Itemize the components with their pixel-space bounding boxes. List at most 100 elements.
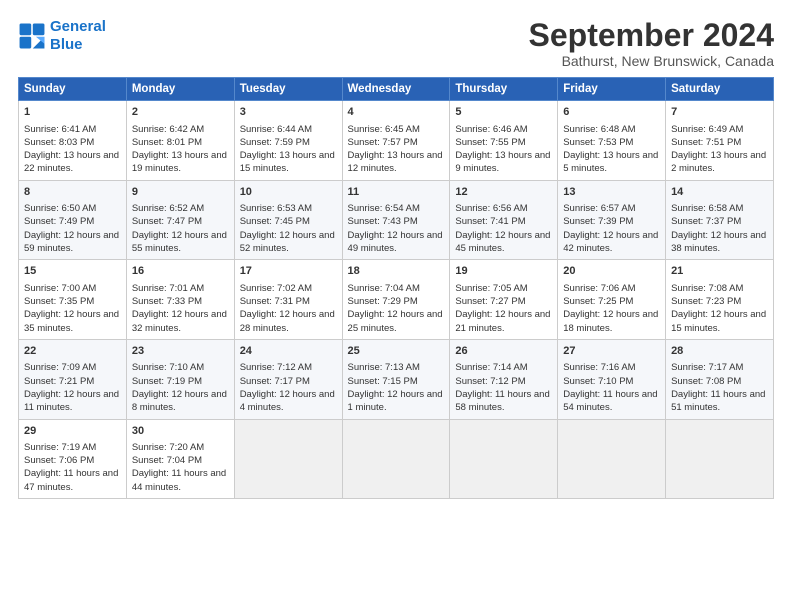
daylight: Daylight: 11 hours and 54 minutes.	[563, 389, 657, 413]
daylight: Daylight: 12 hours and 59 minutes.	[24, 230, 119, 254]
daylight: Daylight: 12 hours and 45 minutes.	[455, 230, 550, 254]
sunrise: Sunrise: 7:19 AM	[24, 442, 96, 453]
title-block: September 2024 Bathurst, New Brunswick, …	[529, 18, 774, 69]
page: General Blue September 2024 Bathurst, Ne…	[0, 0, 792, 612]
col-saturday: Saturday	[666, 78, 774, 101]
col-friday: Friday	[558, 78, 666, 101]
sunrise: Sunrise: 7:12 AM	[240, 362, 312, 373]
daylight: Daylight: 11 hours and 58 minutes.	[455, 389, 549, 413]
calendar-row: 1Sunrise: 6:41 AMSunset: 8:03 PMDaylight…	[19, 101, 774, 181]
sunrise: Sunrise: 6:44 AM	[240, 124, 312, 135]
sunset: Sunset: 7:27 PM	[455, 296, 525, 307]
sunset: Sunset: 7:37 PM	[671, 216, 741, 227]
calendar-body: 1Sunrise: 6:41 AMSunset: 8:03 PMDaylight…	[19, 101, 774, 499]
calendar-row: 15Sunrise: 7:00 AMSunset: 7:35 PMDayligh…	[19, 260, 774, 340]
day-number: 17	[240, 264, 337, 279]
daylight: Daylight: 12 hours and 28 minutes.	[240, 309, 335, 333]
sunset: Sunset: 7:51 PM	[671, 137, 741, 148]
table-row: 4Sunrise: 6:45 AMSunset: 7:57 PMDaylight…	[342, 101, 450, 181]
sunrise: Sunrise: 7:16 AM	[563, 362, 635, 373]
day-number: 25	[348, 344, 445, 359]
day-number: 24	[240, 344, 337, 359]
location: Bathurst, New Brunswick, Canada	[529, 53, 774, 69]
col-monday: Monday	[126, 78, 234, 101]
day-number: 3	[240, 105, 337, 120]
sunrise: Sunrise: 7:00 AM	[24, 283, 96, 294]
sunrise: Sunrise: 6:49 AM	[671, 124, 743, 135]
logo-text: General Blue	[50, 18, 106, 54]
table-row: 21 Sunrise: 7:08 AM Sunset: 7:23 PM Dayligh…	[666, 260, 774, 340]
day-number: 8	[24, 185, 121, 200]
daylight: Daylight: 12 hours and 55 minutes.	[132, 230, 227, 254]
daylight: Daylight: 11 hours and 44 minutes.	[132, 468, 226, 492]
sunset: Sunset: 7:23 PM	[671, 296, 741, 307]
sunset: Sunset: 7:47 PM	[132, 216, 202, 227]
sunrise: Sunrise: 7:10 AM	[132, 362, 204, 373]
table-row: 5Sunrise: 6:46 AMSunset: 7:55 PMDaylight…	[450, 101, 558, 181]
day-number: 16	[132, 264, 229, 279]
daylight: Daylight: 12 hours and 38 minutes.	[671, 230, 766, 254]
calendar-row: 29Sunrise: 7:19 AMSunset: 7:06 PMDayligh…	[19, 419, 774, 499]
sunset: Sunset: 7:53 PM	[563, 137, 633, 148]
table-row: 12Sunrise: 6:56 AMSunset: 7:41 PMDayligh…	[450, 180, 558, 260]
daylight: Daylight: 13 hours and 15 minutes.	[240, 150, 335, 174]
day-number: 13	[563, 185, 660, 200]
day-number: 29	[24, 424, 121, 439]
daylight: Daylight: 11 hours and 47 minutes.	[24, 468, 118, 492]
daylight: Daylight: 12 hours and 32 minutes.	[132, 309, 227, 333]
sunset: Sunset: 7:43 PM	[348, 216, 418, 227]
sunset: Sunset: 8:01 PM	[132, 137, 202, 148]
day-number: 21	[671, 264, 768, 279]
sunset: Sunset: 7:04 PM	[132, 455, 202, 466]
table-row: 22Sunrise: 7:09 AMSunset: 7:21 PMDayligh…	[19, 339, 127, 419]
table-row: 10Sunrise: 6:53 AMSunset: 7:45 PMDayligh…	[234, 180, 342, 260]
sunrise: Sunrise: 7:17 AM	[671, 362, 743, 373]
table-row	[234, 419, 342, 499]
month-year: September 2024	[529, 18, 774, 53]
sunset: Sunset: 7:19 PM	[132, 376, 202, 387]
table-row: 26Sunrise: 7:14 AMSunset: 7:12 PMDayligh…	[450, 339, 558, 419]
sunset: Sunset: 7:57 PM	[348, 137, 418, 148]
sunrise: Sunrise: 6:42 AM	[132, 124, 204, 135]
day-number: 26	[455, 344, 552, 359]
header: General Blue September 2024 Bathurst, Ne…	[18, 18, 774, 69]
daylight: Daylight: 12 hours and 15 minutes.	[671, 309, 766, 333]
day-number: 2	[132, 105, 229, 120]
sunset: Sunset: 7:45 PM	[240, 216, 310, 227]
table-row: 7Sunrise: 6:49 AMSunset: 7:51 PMDaylight…	[666, 101, 774, 181]
sunrise: Sunrise: 7:05 AM	[455, 283, 527, 294]
sunrise: Sunrise: 7:01 AM	[132, 283, 204, 294]
sunrise: Sunrise: 7:20 AM	[132, 442, 204, 453]
daylight: Daylight: 13 hours and 2 minutes.	[671, 150, 766, 174]
calendar-row: 8Sunrise: 6:50 AMSunset: 7:49 PMDaylight…	[19, 180, 774, 260]
daylight: Daylight: 12 hours and 21 minutes.	[455, 309, 550, 333]
table-row: 14 Sunrise: 6:58 AM Sunset: 7:37 PM Dayligh…	[666, 180, 774, 260]
day-number: 1	[24, 105, 121, 120]
day-number: 14	[671, 185, 768, 200]
sunrise: Sunrise: 7:13 AM	[348, 362, 420, 373]
table-row	[342, 419, 450, 499]
day-number: 10	[240, 185, 337, 200]
sunrise: Sunrise: 6:58 AM	[671, 203, 743, 214]
daylight: Daylight: 12 hours and 52 minutes.	[240, 230, 335, 254]
table-row: 18Sunrise: 7:04 AMSunset: 7:29 PMDayligh…	[342, 260, 450, 340]
table-row: 13Sunrise: 6:57 AMSunset: 7:39 PMDayligh…	[558, 180, 666, 260]
day-number: 6	[563, 105, 660, 120]
table-row: 25 Sunrise: 7:13 AM Sunset: 7:15 PM Dayligh…	[342, 339, 450, 419]
sunrise: Sunrise: 7:08 AM	[671, 283, 743, 294]
sunrise: Sunrise: 6:50 AM	[24, 203, 96, 214]
daylight: Daylight: 12 hours and 35 minutes.	[24, 309, 119, 333]
daylight: Daylight: 11 hours and 51 minutes.	[671, 389, 765, 413]
daylight: Daylight: 12 hours and 8 minutes.	[132, 389, 227, 413]
col-thursday: Thursday	[450, 78, 558, 101]
table-row	[666, 419, 774, 499]
table-row: 20Sunrise: 7:06 AMSunset: 7:25 PMDayligh…	[558, 260, 666, 340]
sunset: Sunset: 7:25 PM	[563, 296, 633, 307]
day-number: 22	[24, 344, 121, 359]
sunrise: Sunrise: 7:04 AM	[348, 283, 420, 294]
sunset: Sunset: 7:15 PM	[348, 376, 418, 387]
table-row: 15Sunrise: 7:00 AMSunset: 7:35 PMDayligh…	[19, 260, 127, 340]
logo-line2: Blue	[50, 36, 83, 53]
sunrise: Sunrise: 6:41 AM	[24, 124, 96, 135]
daylight: Daylight: 12 hours and 1 minute.	[348, 389, 443, 413]
